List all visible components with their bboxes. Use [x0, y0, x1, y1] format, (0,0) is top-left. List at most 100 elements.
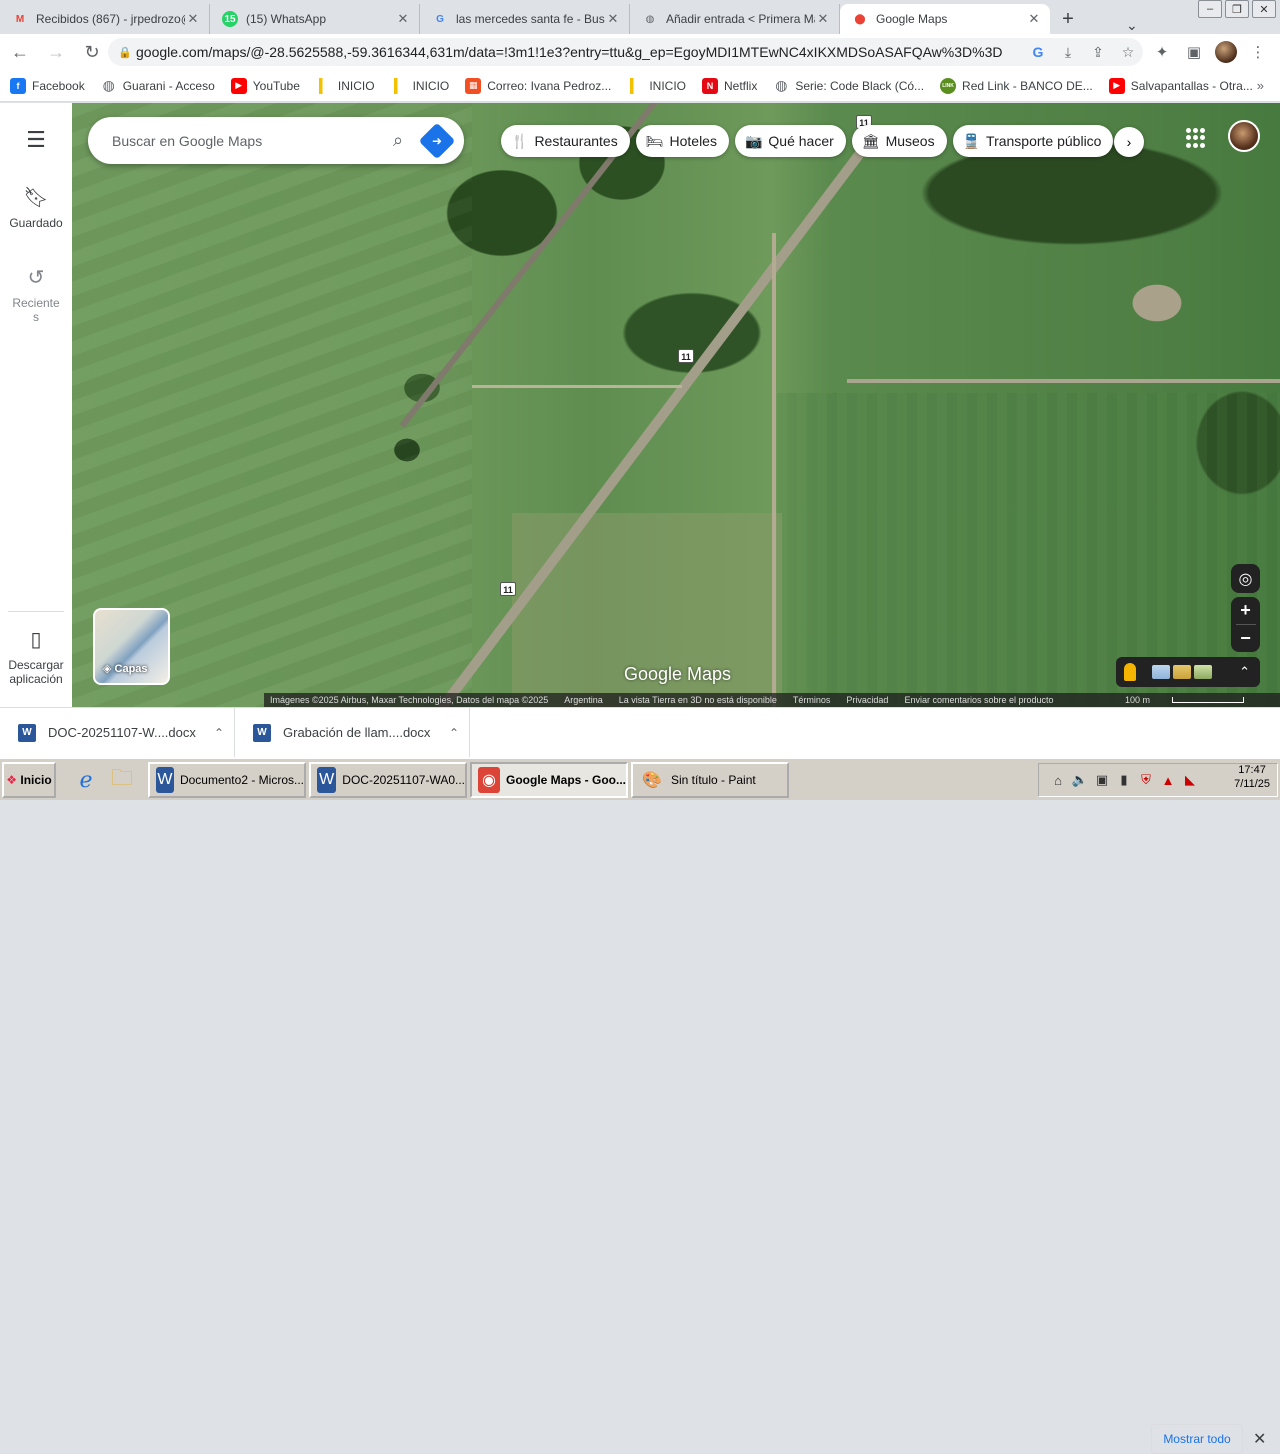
download-item[interactable]: W DOC-20251107-W....docx ⌃ [0, 707, 235, 758]
thumbnail-icon[interactable] [1173, 665, 1191, 679]
shield-alert-icon[interactable]: ⛨ [1135, 772, 1157, 788]
search-icon[interactable]: ⌕ [376, 130, 420, 151]
forward-button[interactable]: → [40, 36, 72, 68]
close-window-button[interactable]: ✕ [1252, 0, 1276, 18]
site-info-icon[interactable]: 🔒 [118, 46, 136, 59]
back-button[interactable]: ← [4, 36, 36, 68]
internet-explorer-icon[interactable]: ℯ [68, 762, 104, 798]
new-tab-button[interactable]: + [1050, 4, 1086, 34]
expand-icon[interactable]: ⌃ [1239, 664, 1250, 680]
acrobat-icon[interactable]: ▲ [1157, 773, 1179, 788]
share-icon[interactable]: ⇪ [1083, 44, 1113, 61]
bookmark-item[interactable]: ▶ Salvapantallas - Otra... [1108, 77, 1253, 94]
privacy-link[interactable]: Privacidad [846, 695, 888, 705]
thumbnail-icon[interactable] [1194, 665, 1212, 679]
my-location-button[interactable]: ◎ [1231, 564, 1260, 593]
extensions-icon[interactable]: ✦ [1146, 38, 1178, 66]
bookmark-label: Red Link - BANCO DE... [962, 78, 1093, 93]
feedback-link[interactable]: Enviar comentarios sobre el producto [904, 695, 1053, 705]
tab-title: (15) WhatsApp [246, 12, 327, 26]
taskbar-task[interactable]: ◉ Google Maps - Goo... [470, 761, 628, 798]
google-lens-icon[interactable]: G [1023, 44, 1053, 60]
bookmark-item[interactable]: INICIO [315, 77, 375, 94]
close-downloads-icon[interactable]: ✕ [1253, 1429, 1266, 1449]
category-chip[interactable]: 🏛 Museos [851, 125, 947, 157]
close-tab-icon[interactable]: ✕ [185, 11, 201, 27]
show-all-button[interactable]: Mostrar todo [1151, 1424, 1243, 1454]
side-panel-icon[interactable]: ▣ [1178, 38, 1210, 66]
address-bar[interactable]: 🔒 google.com/maps/@-28.5625588,-59.36163… [108, 38, 1143, 66]
bookmark-item[interactable]: INICIO [390, 77, 449, 94]
tab-search-icon[interactable]: ⌄ [1126, 17, 1138, 34]
chip-label: Museos [885, 133, 935, 149]
browser-tab[interactable]: 15 (15) WhatsApp ✕ [210, 4, 420, 34]
bookmark-item[interactable]: N Netflix [701, 77, 757, 94]
bookmark-item[interactable]: ◍ Serie: Code Black (Có... [773, 77, 924, 94]
usb-icon[interactable]: ⌂ [1047, 773, 1069, 788]
scale-bar[interactable]: 100 m [1125, 695, 1260, 705]
recent-label: Reciente s [12, 296, 60, 324]
explorer-folder-icon[interactable]: 🗀 [104, 762, 140, 798]
download-app-button[interactable]: ▯ Descargar aplicación [0, 627, 72, 686]
system-clock[interactable]: 17:47 7/11/25 [1234, 763, 1270, 791]
pdf-icon[interactable]: ◣ [1179, 772, 1201, 788]
browser-tab[interactable]: M Recibidos (867) - jrpedrozo@g ✕ [0, 4, 210, 34]
bookmark-item[interactable]: ▶ YouTube [230, 77, 300, 94]
task-label: Documento2 - Micros... [179, 772, 304, 787]
route-shield[interactable]: 11 [678, 349, 694, 363]
account-avatar[interactable] [1228, 120, 1260, 152]
minimize-button[interactable]: – [1198, 0, 1222, 18]
signal-icon[interactable]: ▮ [1113, 772, 1135, 788]
close-tab-icon[interactable]: ✕ [815, 11, 831, 27]
browser-tab[interactable]: ⬤ Google Maps ✕ [840, 4, 1050, 34]
satellite-map[interactable]: 11 11 11 [72, 103, 1280, 707]
close-tab-icon[interactable]: ✕ [605, 11, 621, 27]
bookmark-item[interactable]: ◍ Guarani - Acceso [101, 77, 215, 94]
reload-button[interactable]: ↻ [76, 36, 108, 68]
country-label[interactable]: Argentina [564, 695, 603, 705]
recent-button[interactable]: ↺ Reciente s [0, 265, 72, 324]
close-tab-icon[interactable]: ✕ [395, 11, 411, 27]
menu-kebab-icon[interactable]: ⋮ [1242, 38, 1274, 66]
category-chip[interactable]: 🛏 Hoteles [635, 125, 729, 157]
menu-button[interactable]: ☰ [0, 127, 72, 159]
taskbar-task[interactable]: W Documento2 - Micros... [148, 761, 306, 798]
directions-button[interactable]: ➜ [418, 122, 456, 159]
terms-link[interactable]: Términos [793, 695, 831, 705]
thumbnail-icon[interactable] [1152, 665, 1170, 679]
chevron-up-icon[interactable]: ⌃ [439, 726, 469, 740]
route-shield[interactable]: 11 [500, 582, 516, 596]
volume-icon[interactable]: 🔈 [1069, 772, 1091, 788]
google-apps-icon[interactable] [1186, 128, 1206, 148]
search-input[interactable] [112, 132, 376, 149]
browser-tab[interactable]: ◍ Añadir entrada < Primera Man ✕ [630, 4, 840, 34]
restore-button[interactable]: ❐ [1225, 0, 1249, 18]
install-app-icon[interactable]: ⤓ [1053, 44, 1083, 61]
downloads-list: W DOC-20251107-W....docx ⌃ W Grabación de ll… [0, 707, 470, 758]
taskbar-task[interactable]: W DOC-20251107-WA0... [309, 761, 467, 798]
category-chip[interactable]: 🍴 Restaurantes [501, 125, 630, 157]
saved-button[interactable]: 🔖︎ Guardado [0, 185, 72, 230]
download-item[interactable]: W Grabación de llam....docx ⌃ [235, 707, 470, 758]
profile-avatar[interactable] [1210, 38, 1242, 66]
category-chip[interactable]: 🚆 Transporte público [952, 125, 1114, 157]
bookmark-item[interactable]: LINK Red Link - BANCO DE... [940, 77, 1093, 94]
bookmark-star-icon[interactable]: ☆ [1113, 44, 1143, 61]
monitor-icon[interactable]: ▣ [1091, 772, 1113, 788]
bookmarks-overflow-icon[interactable]: » [1257, 78, 1264, 93]
bookmark-item[interactable]: f Facebook [10, 77, 85, 94]
bookmark-item[interactable]: INICIO [627, 77, 686, 94]
start-button[interactable]: ❖ Inicio [2, 761, 56, 798]
taskbar-task[interactable]: 🎨 Sin título - Paint [631, 761, 789, 798]
bookmark-item[interactable]: ▦ Correo: Ivana Pedroz... [465, 77, 611, 94]
zoom-out-button[interactable]: − [1231, 625, 1260, 652]
chevron-up-icon[interactable]: ⌃ [204, 726, 234, 740]
url-text[interactable]: google.com/maps/@-28.5625588,-59.3616344… [136, 44, 1023, 60]
category-chip[interactable]: 📷 Qué hacer [734, 125, 846, 157]
close-tab-icon[interactable]: ✕ [1026, 11, 1042, 27]
layers-button[interactable]: ◈ Capas [93, 608, 170, 685]
pegman-icon[interactable] [1124, 663, 1136, 681]
browser-tab[interactable]: Glas mercedes santa fe - Buscar ✕ [420, 4, 630, 34]
zoom-in-button[interactable]: + [1231, 597, 1260, 624]
chips-next-button[interactable]: › [1114, 127, 1144, 157]
